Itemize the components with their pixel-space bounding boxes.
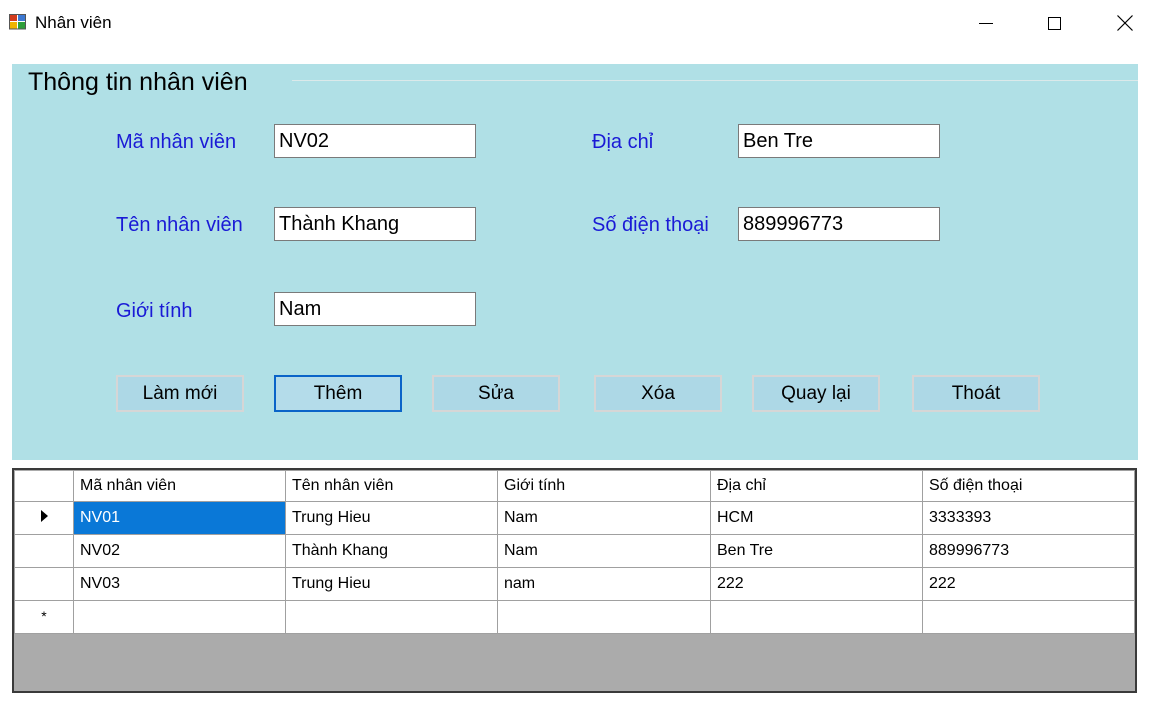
them-button[interactable]: Thêm (274, 375, 402, 412)
close-button[interactable] (1095, 0, 1153, 46)
ma-nhan-vien-input[interactable] (274, 124, 476, 158)
table-row[interactable]: NV03 Trung Hieu nam 222 222 (14, 567, 1135, 601)
column-header[interactable]: Số điện thoại (922, 470, 1135, 502)
column-header[interactable]: Mã nhân viên (73, 470, 286, 502)
title-bar: Nhân viên (0, 0, 1153, 46)
dia-chi-input[interactable] (738, 124, 940, 158)
new-row[interactable]: * (14, 600, 1135, 634)
table-cell[interactable] (285, 600, 498, 634)
minimize-button[interactable] (956, 0, 1016, 46)
groupbox-title: Thông tin nhân viên (28, 68, 248, 96)
sua-button[interactable]: Sửa (432, 375, 560, 412)
column-header[interactable]: Địa chỉ (710, 470, 923, 502)
table-cell[interactable] (710, 600, 923, 634)
table-cell[interactable]: 222 (710, 567, 923, 601)
window-title: Nhân viên (35, 13, 112, 32)
winforms-app-icon (9, 14, 26, 30)
maximize-button[interactable] (1024, 0, 1084, 46)
grid-corner-header (14, 470, 74, 502)
current-row-arrow-icon (40, 510, 48, 522)
ma-nhan-vien-label: Mã nhân viên (116, 131, 237, 153)
table-cell[interactable]: Trung Hieu (285, 501, 498, 535)
table-cell[interactable]: Nam (497, 501, 711, 535)
table-cell[interactable]: NV03 (73, 567, 286, 601)
quay-lai-button[interactable]: Quay lại (752, 375, 880, 412)
table-cell[interactable]: 889996773 (922, 534, 1135, 568)
so-dien-thoai-input[interactable] (738, 207, 940, 241)
close-icon (1117, 15, 1133, 31)
table-row[interactable]: NV02 Thành Khang Nam Ben Tre 889996773 (14, 534, 1135, 568)
minimize-icon (979, 22, 993, 24)
employee-table: Mã nhân viên Tên nhân viên Giới tính Địa… (14, 470, 1135, 634)
thoat-button[interactable]: Thoát (912, 375, 1040, 412)
gioi-tinh-label: Giới tính (116, 300, 193, 322)
table-cell[interactable]: nam (497, 567, 711, 601)
row-header[interactable] (14, 534, 74, 568)
table-cell[interactable]: Thành Khang (285, 534, 498, 568)
table-row[interactable]: NV01 Trung Hieu Nam HCM 3333393 (14, 501, 1135, 535)
column-header[interactable]: Tên nhân viên (285, 470, 498, 502)
table-cell[interactable]: 3333393 (922, 501, 1135, 535)
lam-moi-button[interactable]: Làm mới (116, 375, 244, 412)
ten-nhan-vien-label: Tên nhân viên (116, 214, 243, 236)
row-header[interactable] (14, 567, 74, 601)
table-cell[interactable]: NV01 (73, 501, 286, 535)
table-cell[interactable]: 222 (922, 567, 1135, 601)
table-cell[interactable] (73, 600, 286, 634)
maximize-icon (1047, 16, 1061, 30)
column-header[interactable]: Giới tính (497, 470, 711, 502)
table-cell[interactable] (497, 600, 711, 634)
groupbox-border (292, 80, 1138, 81)
ten-nhan-vien-input[interactable] (274, 207, 476, 241)
table-cell[interactable]: Nam (497, 534, 711, 568)
table-cell[interactable]: Ben Tre (710, 534, 923, 568)
table-cell[interactable]: NV02 (73, 534, 286, 568)
new-row-marker: * (41, 608, 47, 624)
table-cell[interactable]: HCM (710, 501, 923, 535)
xoa-button[interactable]: Xóa (594, 375, 722, 412)
dia-chi-label: Địa chỉ (592, 131, 654, 153)
row-header[interactable]: * (14, 600, 74, 634)
table-cell[interactable] (922, 600, 1135, 634)
row-header[interactable] (14, 501, 74, 535)
gioi-tinh-input[interactable] (274, 292, 476, 326)
employee-info-groupbox: Thông tin nhân viên Mã nhân viên Địa chỉ… (12, 64, 1138, 460)
so-dien-thoai-label: Số điện thoại (592, 214, 709, 236)
table-cell[interactable]: Trung Hieu (285, 567, 498, 601)
employee-datagrid[interactable]: Mã nhân viên Tên nhân viên Giới tính Địa… (12, 468, 1137, 693)
header-row: Mã nhân viên Tên nhân viên Giới tính Địa… (14, 470, 1135, 502)
